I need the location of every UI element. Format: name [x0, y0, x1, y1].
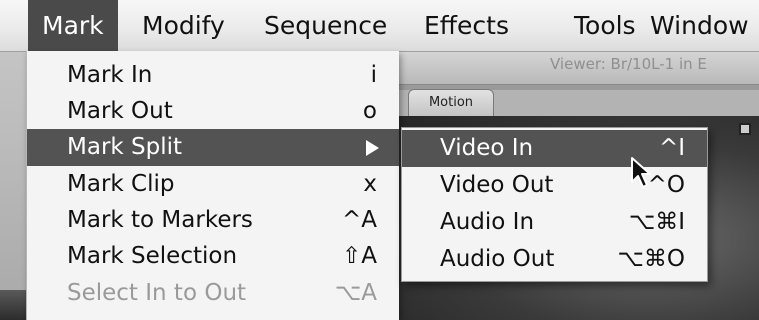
menu-item-shortcut: x: [363, 171, 377, 197]
mark-split-submenu: Video In ^I Video Out ^O Audio In ⌥⌘I Au…: [401, 127, 708, 282]
viewer-titlebar: Viewer: Br/10L-1 in E: [398, 50, 759, 85]
menu-item-mark-in[interactable]: Mark In i: [27, 57, 399, 94]
menu-item-mark-to-markers[interactable]: Mark to Markers ^A: [27, 202, 399, 239]
mark-menu-dropdown: Mark In i Mark Out o Mark Split Mark Cli…: [26, 51, 399, 320]
menu-bar: Mark Modify Sequence Effects Tools Windo…: [0, 0, 759, 52]
menu-item-label: Mark to Markers: [67, 207, 253, 233]
menu-item-select-in-to-out: Select In to Out ⌥A: [27, 275, 399, 312]
menu-modify[interactable]: Modify: [128, 0, 239, 51]
tab-motion[interactable]: Motion: [408, 89, 494, 116]
submenu-item-label: Audio Out: [440, 246, 555, 272]
resize-icon[interactable]: [739, 123, 751, 135]
submenu-item-shortcut: ⌥⌘I: [628, 209, 685, 235]
mouse-pointer-icon: [631, 157, 651, 188]
menu-window[interactable]: Window: [636, 0, 759, 51]
menu-item-label: Mark Clip: [67, 171, 175, 197]
submenu-item-video-in[interactable]: Video In ^I: [402, 130, 707, 167]
menu-item-label: Mark Selection: [67, 243, 238, 269]
submenu-item-shortcut: ^I: [658, 135, 685, 161]
menu-item-label: Mark Out: [67, 98, 173, 124]
menu-item-label: Mark In: [67, 62, 153, 88]
menu-item-mark-split[interactable]: Mark Split: [27, 129, 399, 166]
menu-effects[interactable]: Effects: [410, 0, 523, 51]
submenu-item-shortcut: ⌥⌘O: [617, 246, 685, 272]
submenu-item-label: Video In: [440, 135, 534, 161]
menu-item-label: Mark Split: [67, 134, 183, 160]
menu-sequence[interactable]: Sequence: [250, 0, 401, 51]
menu-item-mark-out[interactable]: Mark Out o: [27, 93, 399, 130]
menu-item-mark-selection[interactable]: Mark Selection ⇧A: [27, 238, 399, 275]
viewer-title: Viewer: Br/10L-1 in E: [550, 55, 707, 73]
submenu-arrow-icon: [366, 140, 379, 156]
menu-item-label: Select In to Out: [67, 280, 247, 306]
menu-item-shortcut: o: [362, 98, 377, 124]
menu-mark[interactable]: Mark: [28, 0, 118, 51]
submenu-item-video-out[interactable]: Video Out ^O: [402, 167, 707, 204]
menu-item-shortcut: i: [370, 62, 377, 88]
menu-item-mark-clip[interactable]: Mark Clip x: [27, 166, 399, 203]
menu-item-shortcut: ⌥A: [334, 280, 377, 306]
submenu-item-audio-in[interactable]: Audio In ⌥⌘I: [402, 204, 707, 241]
submenu-item-label: Audio In: [440, 209, 535, 235]
menu-item-shortcut: ^A: [341, 207, 377, 233]
submenu-item-label: Video Out: [440, 172, 554, 198]
submenu-item-audio-out[interactable]: Audio Out ⌥⌘O: [402, 241, 707, 278]
menu-item-shortcut: ⇧A: [341, 243, 377, 269]
